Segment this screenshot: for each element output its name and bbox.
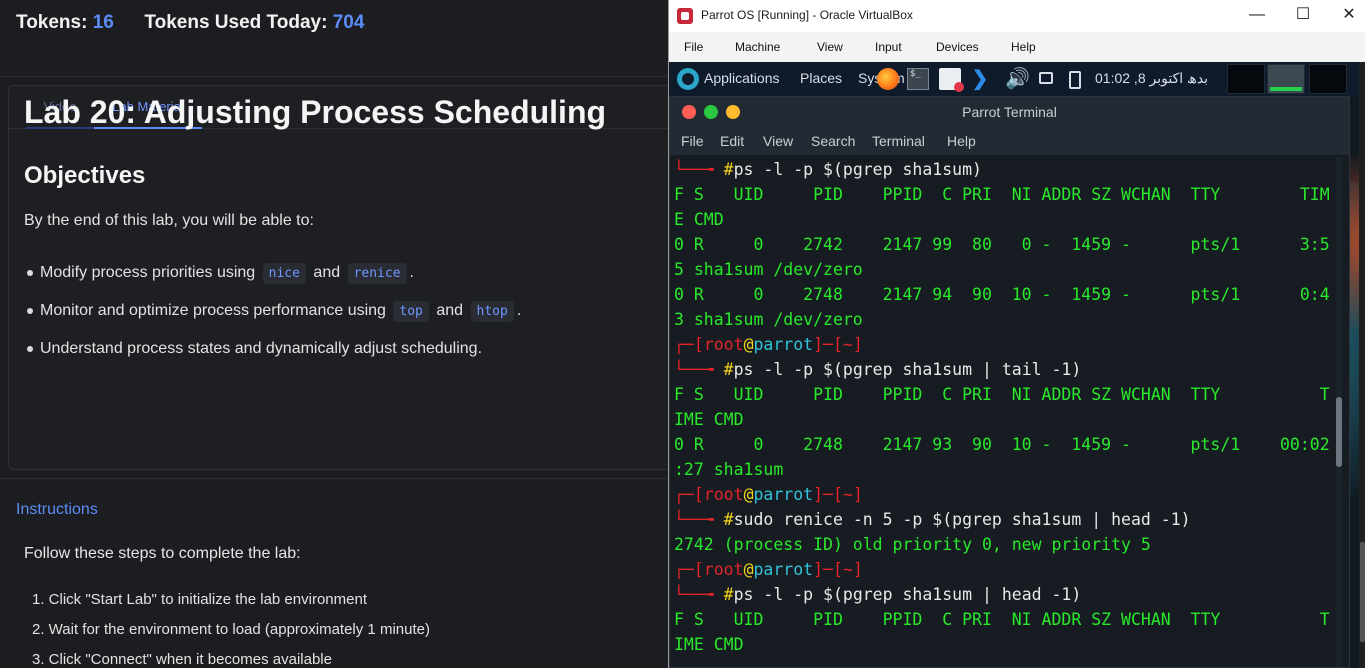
output-line: F S UID PID PPID C PRI NI ADDR SZ WCHAN … (674, 385, 1330, 404)
menu-file[interactable]: File (684, 40, 703, 54)
volume-icon[interactable]: 🔊 (1005, 68, 1030, 90)
term-menu-help[interactable]: Help (947, 133, 976, 149)
objective-text: and (313, 264, 341, 281)
code-top: top (393, 301, 429, 322)
objective-text: . (516, 302, 522, 319)
terminal-window: Parrot Terminal File Edit View Search Te… (669, 96, 1350, 668)
output-line: F S UID PID PPID C PRI NI ADDR SZ WCHAN … (674, 610, 1330, 629)
term-menu-terminal[interactable]: Terminal (872, 133, 925, 149)
terminal-output[interactable]: └──╼ #ps -l -p $(pgrep sha1sum) F S UID … (674, 157, 1334, 667)
prompt-line: ┌─[root@parrot]─[~] (674, 560, 863, 579)
list-item: 2. Wait for the environment to load (app… (32, 621, 430, 638)
list-item: 3. Click "Connect" when it becomes avail… (32, 651, 332, 668)
steps-list: 1. Click "Start Lab" to initialize the l… (32, 590, 430, 668)
term-menu-edit[interactable]: Edit (720, 133, 744, 149)
command-line: └──╼ #ps -l -p $(pgrep sha1sum | tail -1… (674, 360, 1082, 379)
output-line: :27 sha1sum (674, 460, 784, 479)
output-line: E CMD (674, 210, 724, 229)
output-line: 3 sha1sum /dev/zero (674, 310, 863, 329)
objectives-intro: By the end of this lab, you will be able… (24, 212, 314, 229)
output-line: 5 sha1sum /dev/zero (674, 260, 863, 279)
output-line: 0 R 0 2748 2147 94 90 10 - 1459 - pts/1 … (674, 285, 1330, 304)
objective-text: . (409, 264, 414, 281)
command-line: └──╼ #ps -l -p $(pgrep sha1sum | head -1… (674, 585, 1082, 604)
terminal-menubar: File Edit View Search Terminal Help (670, 127, 1349, 155)
terminal-scrollbar[interactable] (1336, 157, 1342, 667)
output-line: F S UID PID PPID C PRI NI ADDR SZ WCHAN … (674, 185, 1330, 204)
output-line: 0 R 0 2742 2147 99 80 0 - 1459 - pts/1 3… (674, 235, 1330, 254)
output-line: IME CMD (674, 410, 744, 429)
terminal-titlebar[interactable]: Parrot Terminal (670, 97, 1349, 127)
terminal-icon[interactable]: $_ (907, 68, 929, 90)
firefox-icon[interactable] (877, 68, 899, 90)
minimize-button[interactable]: — (1234, 0, 1280, 32)
workspace-2[interactable] (1267, 64, 1305, 94)
guest-desktop: Applications Places System $_ ❯ 🔊 بدھ اک… (669, 62, 1365, 668)
command-line: └──╼ #sudo renice -n 5 -p $(pgrep sha1su… (674, 510, 1191, 529)
list-item: Understand process states and dynamicall… (24, 334, 664, 372)
tokens-value: 16 (92, 12, 114, 33)
objective-text: Understand process states and dynamicall… (40, 340, 483, 357)
instructions-link[interactable]: Instructions (16, 501, 98, 519)
clock[interactable]: بدھ اکتوبر 8, 01:02 (1095, 70, 1208, 87)
term-menu-file[interactable]: File (681, 133, 704, 149)
virtualbox-icon (677, 8, 693, 24)
menu-devices[interactable]: Devices (936, 40, 979, 54)
workspace-3[interactable] (1309, 64, 1347, 94)
divider (0, 76, 668, 77)
menu-view[interactable]: View (817, 40, 843, 54)
term-menu-search[interactable]: Search (811, 133, 855, 149)
code-htop: htop (470, 301, 514, 322)
chat-icon[interactable] (1039, 72, 1053, 84)
term-menu-view[interactable]: View (763, 133, 793, 149)
vbox-menubar: File Machine View Input Devices Help (669, 32, 1365, 62)
lab-page: Tokens: 16 Tokens Used Today: 704 Video … (0, 0, 668, 668)
tokens-today-label: Tokens Used Today: (144, 12, 328, 33)
maximize-button[interactable]: ☐ (1280, 0, 1326, 32)
prompt-line: ┌─[root@parrot]─[~] (674, 485, 863, 504)
output-line: 0 R 0 2748 2147 93 90 10 - 1459 - pts/1 … (674, 435, 1330, 454)
list-item: Monitor and optimize process performance… (24, 296, 664, 334)
list-item: Modify process priorities using nice and… (24, 258, 664, 296)
objectives-list: Modify process priorities using nice and… (24, 258, 664, 372)
prompt-line: ┌─[root@parrot]─[~] (674, 335, 863, 354)
tokens-label: Tokens: (16, 12, 88, 33)
battery-icon[interactable] (1069, 71, 1081, 89)
objective-text: and (436, 302, 464, 319)
scrollbar-thumb[interactable] (1360, 542, 1365, 642)
window-title: Parrot OS [Running] - Oracle VirtualBox (701, 8, 913, 22)
parrot-logo-icon[interactable] (677, 68, 699, 90)
code-nice: nice (262, 263, 306, 284)
menu-input[interactable]: Input (875, 40, 902, 54)
top-panel: Applications Places System $_ ❯ 🔊 بدھ اک… (669, 62, 1365, 96)
applications-menu[interactable]: Applications (704, 70, 780, 86)
vbox-titlebar[interactable]: Parrot OS [Running] - Oracle VirtualBox … (669, 0, 1365, 32)
close-button[interactable]: ✕ (1326, 0, 1365, 32)
objectives-heading: Objectives (24, 162, 146, 189)
vscode-icon[interactable]: ❯ (969, 68, 991, 90)
terminal-title: Parrot Terminal (962, 104, 1057, 120)
divider (0, 478, 668, 479)
scrollbar-thumb[interactable] (1336, 397, 1342, 467)
output-line: IME CMD (674, 635, 744, 654)
code-renice: renice (347, 263, 407, 284)
menu-machine[interactable]: Machine (735, 40, 780, 54)
list-item: 1. Click "Start Lab" to initialize the l… (32, 591, 367, 608)
virtualbox-window: Parrot OS [Running] - Oracle VirtualBox … (668, 0, 1365, 668)
objective-text: Modify process priorities using (40, 264, 256, 281)
workspace-1[interactable] (1227, 64, 1265, 94)
token-counter: Tokens: 16 Tokens Used Today: 704 (16, 12, 364, 34)
instructions-intro: Follow these steps to complete the lab: (24, 545, 301, 562)
document-icon[interactable] (939, 68, 964, 92)
places-menu[interactable]: Places (800, 70, 842, 86)
objective-text: Monitor and optimize process performance… (40, 302, 386, 319)
output-line: 2742 (process ID) old priority 0, new pr… (674, 535, 1151, 554)
page-title: Lab 20: Adjusting Process Scheduling (24, 94, 607, 130)
tokens-today-value: 704 (332, 12, 365, 33)
vbox-scrollbar[interactable] (1359, 62, 1365, 668)
menu-help[interactable]: Help (1011, 40, 1036, 54)
command-line: └──╼ #ps -l -p $(pgrep sha1sum) (674, 160, 982, 179)
